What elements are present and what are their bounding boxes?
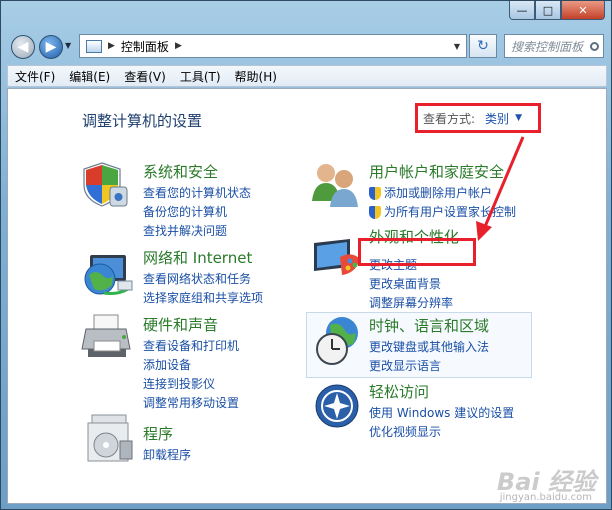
menu-help[interactable]: 帮助(H): [228, 68, 284, 85]
caption-buttons: — □ ✕: [509, 1, 605, 21]
search-input[interactable]: 搜索控制面板: [504, 34, 604, 58]
watermark-url: jingyan.baidu.com: [499, 492, 592, 503]
breadcrumb-separator-icon[interactable]: ▶: [108, 41, 115, 51]
menu-bar: 文件(F) 编辑(E) 查看(V) 工具(T) 帮助(H): [7, 65, 607, 87]
menu-view[interactable]: 查看(V): [117, 68, 173, 85]
control-panel-window: — □ ✕ ◀ ▶ ▼ ▶ 控制面板 ▶ ▼ ↻ 搜索控制面板 文件(F) 编辑…: [0, 0, 612, 510]
content-pane: 调整计算机的设置 查看方式: 类别 ▼ 系统和安全 查看您的计算机状态 备份您的…: [7, 88, 607, 504]
back-arrow-icon: ◀: [17, 39, 29, 55]
menu-tools[interactable]: 工具(T): [173, 68, 228, 85]
red-arrow-annotation: [476, 136, 525, 241]
forward-button[interactable]: ▶: [39, 35, 63, 59]
menu-edit[interactable]: 编辑(E): [62, 68, 117, 85]
recent-pages-dropdown-icon[interactable]: ▼: [65, 41, 71, 50]
breadcrumb-separator-icon[interactable]: ▶: [175, 41, 182, 51]
control-panel-icon: [86, 39, 102, 53]
minimize-button[interactable]: —: [509, 1, 535, 20]
address-dropdown-icon[interactable]: ▼: [448, 42, 466, 51]
breadcrumb-control-panel[interactable]: 控制面板: [121, 38, 169, 55]
refresh-button[interactable]: ↻: [469, 34, 497, 58]
menu-file[interactable]: 文件(F): [8, 68, 62, 85]
refresh-icon: ↻: [477, 38, 489, 54]
address-bar[interactable]: ▶ 控制面板 ▶ ▼: [79, 34, 467, 58]
search-placeholder: 搜索控制面板: [511, 39, 584, 54]
search-icon: [590, 41, 599, 51]
back-button[interactable]: ◀: [11, 35, 35, 59]
forward-arrow-icon: ▶: [45, 39, 57, 55]
close-button[interactable]: ✕: [561, 1, 605, 20]
maximize-button[interactable]: □: [535, 1, 561, 20]
